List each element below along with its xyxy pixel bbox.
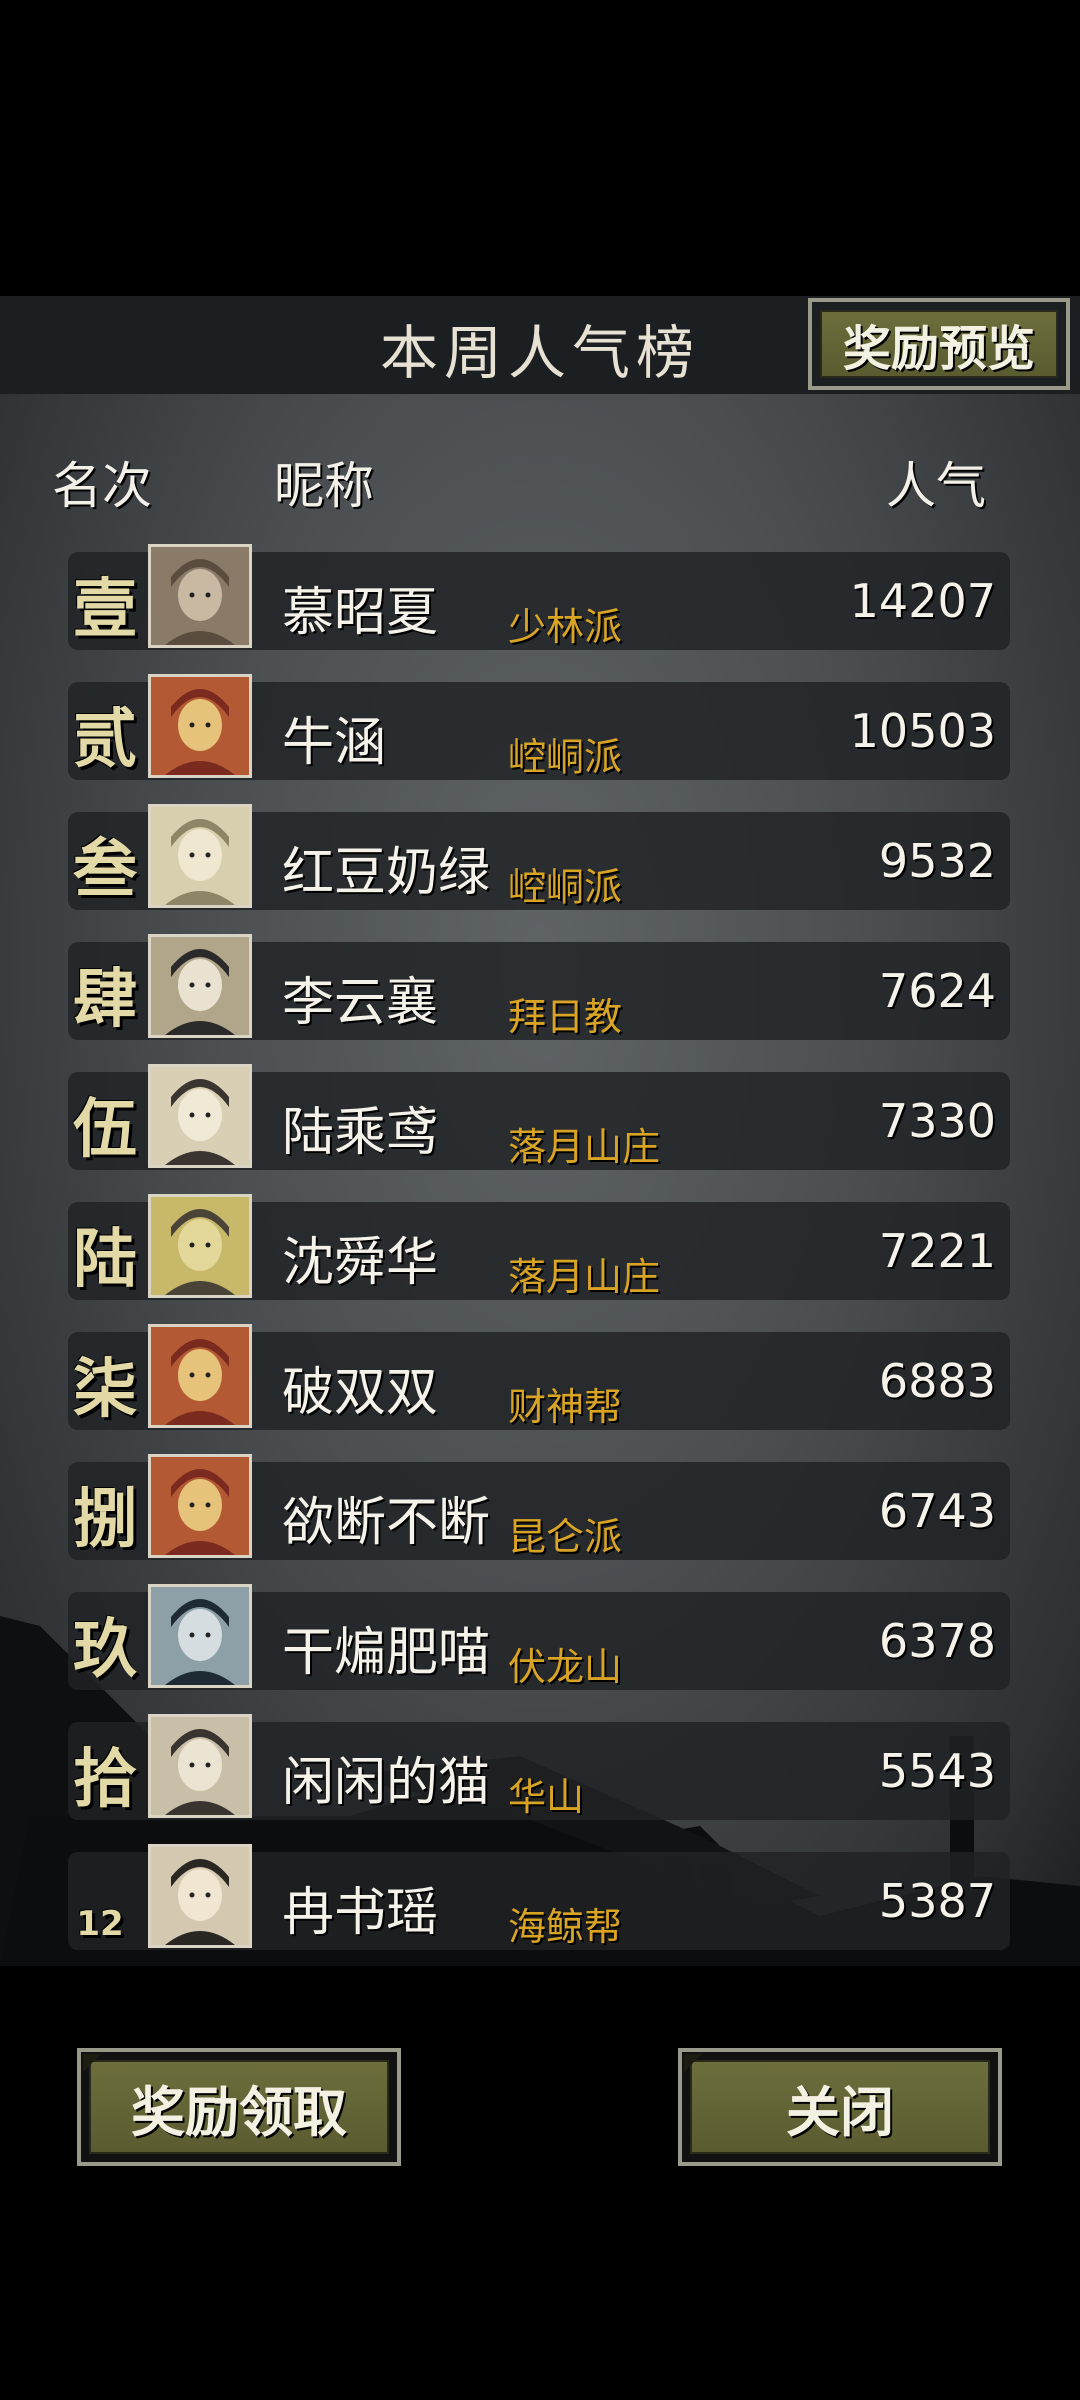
rank-label: 12 — [76, 1904, 124, 1944]
player-nickname: 闲闲的猫 — [282, 1753, 491, 1813]
player-nickname: 慕昭夏 — [282, 583, 439, 643]
player-avatar[interactable] — [148, 1584, 252, 1688]
player-sect: 落月山庄 — [508, 1255, 661, 1299]
player-nickname: 沈舜华 — [282, 1233, 439, 1293]
rank-label: 陆 — [73, 1222, 137, 1297]
player-sect: 财神帮 — [508, 1385, 623, 1429]
player-nickname: 干煸肥喵 — [282, 1623, 491, 1683]
rank-label: 贰 — [73, 702, 137, 777]
column-header-popularity: 人气 — [886, 457, 986, 515]
column-header-nickname: 昵称 — [274, 457, 374, 515]
player-sect: 昆仑派 — [508, 1515, 623, 1559]
player-nickname: 牛涵 — [282, 713, 387, 773]
column-header-rank: 名次 — [52, 457, 152, 515]
button-corner-decoration — [83, 2054, 101, 2072]
player-sect: 少林派 — [508, 605, 623, 649]
popularity-value: 5543 — [878, 1744, 996, 1798]
player-avatar[interactable] — [148, 1194, 252, 1298]
popularity-value: 10503 — [849, 704, 996, 758]
popularity-value: 14207 — [849, 574, 996, 628]
leaderboard-panel: 本周人气榜 奖励预览 名次 昵称 人气 壹慕昭夏 少林派 14207 贰牛涵 崆峒派 10… — [0, 296, 1080, 1966]
popularity-value: 6883 — [878, 1354, 996, 1408]
rank-label: 肆 — [73, 962, 137, 1037]
player-sect: 落月山庄 — [508, 1125, 661, 1169]
rank-label: 捌 — [73, 1482, 137, 1557]
player-avatar[interactable] — [148, 1324, 252, 1428]
reward-preview-label: 奖励预览 — [820, 310, 1058, 378]
claim-reward-button[interactable]: 奖励领取 — [77, 2048, 401, 2166]
leaderboard-row[interactable]: 拾 闲闲的猫 华山 5543 — [68, 1714, 1010, 1820]
rank-label: 玖 — [73, 1612, 137, 1687]
popularity-value: 5387 — [878, 1874, 996, 1928]
leaderboard-row[interactable]: 柒 破双双 财神帮 6883 — [68, 1324, 1010, 1430]
rank-label: 伍 — [73, 1092, 137, 1167]
player-avatar[interactable] — [148, 1454, 252, 1558]
close-button[interactable]: 关闭 — [678, 2048, 1002, 2166]
close-label: 关闭 — [690, 2060, 990, 2154]
player-nickname: 陆乘鸢 — [282, 1103, 439, 1163]
leaderboard-row[interactable]: 玖 干煸肥喵 伏龙山 6378 — [68, 1584, 1010, 1690]
player-nickname: 破双双 — [282, 1363, 439, 1423]
player-sect: 崆峒派 — [508, 865, 623, 909]
popularity-value: 7221 — [878, 1224, 996, 1278]
player-sect: 伏龙山 — [508, 1645, 623, 1689]
player-avatar[interactable] — [148, 544, 252, 648]
popularity-value: 7330 — [878, 1094, 996, 1148]
leaderboard-row[interactable]: 陆 沈舜华 落月山庄 7221 — [68, 1194, 1010, 1300]
leaderboard-row[interactable]: 12 冉书瑶 海鲸帮 5387 — [68, 1844, 1010, 1950]
popularity-value: 9532 — [878, 834, 996, 888]
player-avatar[interactable] — [148, 804, 252, 908]
rank-label: 柒 — [73, 1352, 137, 1427]
leaderboard-row[interactable]: 肆 李云襄 拜日教 7624 — [68, 934, 1010, 1040]
leaderboard-row[interactable]: 壹 慕昭夏 少林派 14207 — [68, 544, 1010, 650]
button-corner-decoration — [684, 2054, 702, 2072]
leaderboard-row[interactable]: 叁 红豆奶绿 崆峒派 9532 — [68, 804, 1010, 910]
player-sect: 海鲸帮 — [508, 1905, 623, 1949]
player-nickname: 红豆奶绿 — [282, 843, 491, 903]
reward-preview-button[interactable]: 奖励预览 — [808, 298, 1070, 390]
rank-label: 叁 — [73, 832, 137, 907]
popularity-value: 6378 — [878, 1614, 996, 1668]
player-avatar[interactable] — [148, 934, 252, 1038]
player-avatar[interactable] — [148, 1714, 252, 1818]
claim-reward-label: 奖励领取 — [89, 2060, 389, 2154]
player-sect: 拜日教 — [508, 995, 623, 1039]
player-nickname: 冉书瑶 — [282, 1883, 439, 1943]
player-sect: 崆峒派 — [508, 735, 623, 779]
popularity-value: 7624 — [878, 964, 996, 1018]
leaderboard-row[interactable]: 贰 牛涵 崆峒派 10503 — [68, 674, 1010, 780]
player-sect: 华山 — [508, 1775, 585, 1819]
rank-label: 拾 — [73, 1742, 137, 1817]
leaderboard-row[interactable]: 伍 陆乘鸢 落月山庄 7330 — [68, 1064, 1010, 1170]
player-nickname: 欲断不断 — [282, 1493, 491, 1553]
rank-label: 壹 — [73, 572, 137, 647]
player-avatar[interactable] — [148, 1064, 252, 1168]
player-avatar[interactable] — [148, 674, 252, 778]
popularity-value: 6743 — [878, 1484, 996, 1538]
player-nickname: 李云襄 — [282, 973, 439, 1033]
player-avatar[interactable] — [148, 1844, 252, 1948]
leaderboard-row[interactable]: 捌 欲断不断 昆仑派 6743 — [68, 1454, 1010, 1560]
